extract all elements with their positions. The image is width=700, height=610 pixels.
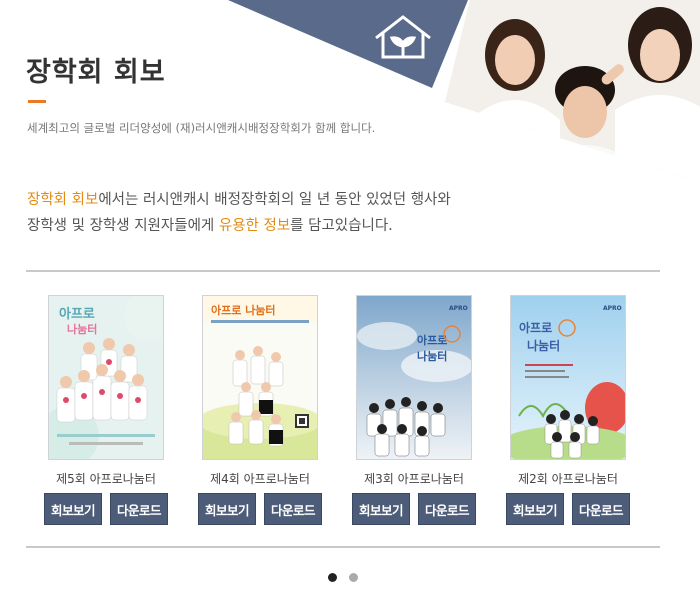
newsletter-cover-4[interactable]: 아프로 나눔터	[202, 295, 318, 460]
newsletter-card-5: 아프로 나눔터 제5회 아프로나눔터 회보보기 다운로드	[44, 295, 168, 525]
title-underline	[28, 100, 46, 103]
newsletter-card-2: APRO 아프로 나눔터 제2회 아프로나눔터 회보보기 다운로드	[506, 295, 630, 525]
intro-text: 장학회 회보에서는 러시앤캐시 배정장학회의 일 년 동안 있었던 행사와 장학…	[27, 187, 451, 239]
cover-image-5: 아프로 나눔터	[49, 296, 163, 459]
svg-text:APRO: APRO	[603, 305, 622, 312]
svg-text:APRO: APRO	[449, 305, 468, 312]
view-newsletter-button[interactable]: 회보보기	[198, 493, 256, 525]
page-dot-1[interactable]	[328, 573, 337, 582]
page-dot-2[interactable]	[349, 573, 358, 582]
download-newsletter-button[interactable]: 다운로드	[418, 493, 476, 525]
page-subtitle: 세계최고의 글로벌 리더양성에 (재)러시앤캐시배정장학회가 함께 합니다.	[27, 121, 376, 135]
newsletter-issue-label: 제2회 아프로나눔터	[518, 472, 618, 486]
cover-image-3: APRO 아프로 나눔터	[357, 296, 471, 459]
svg-text:아프로: 아프로	[59, 306, 95, 322]
newsletter-issue-label: 제5회 아프로나눔터	[56, 472, 156, 486]
pagination	[328, 573, 358, 582]
newsletter-list: 아프로 나눔터 제5회 아프로나눔터 회보보기 다운로드 아프로 나눔터 제4회…	[0, 295, 700, 525]
newsletter-cover-3[interactable]: APRO 아프로 나눔터	[356, 295, 472, 460]
newsletter-issue-label: 제4회 아프로나눔터	[210, 472, 310, 486]
newsletter-cover-2[interactable]: APRO 아프로 나눔터	[510, 295, 626, 460]
svg-text:나눔터: 나눔터	[67, 322, 97, 336]
intro-line-2: 장학생 및 장학생 지원자들에게 유용한 정보를 담고있습니다.	[27, 213, 451, 239]
page-title: 장학회 회보	[26, 57, 166, 88]
svg-text:아프로 나눔터: 아프로 나눔터	[211, 303, 276, 317]
download-newsletter-button[interactable]: 다운로드	[572, 493, 630, 525]
svg-text:나눔터: 나눔터	[417, 349, 447, 363]
download-newsletter-button[interactable]: 다운로드	[110, 493, 168, 525]
newsletter-card-3: APRO 아프로 나눔터 제3회 아프로나눔터 회보보기 다운로드	[352, 295, 476, 525]
view-newsletter-button[interactable]: 회보보기	[44, 493, 102, 525]
cover-image-2: APRO 아프로 나눔터	[511, 296, 625, 459]
intro-highlight-info: 유용한 정보	[218, 218, 291, 234]
bottom-divider	[26, 546, 660, 548]
top-divider	[26, 270, 660, 272]
view-newsletter-button[interactable]: 회보보기	[352, 493, 410, 525]
svg-text:아프로: 아프로	[417, 333, 447, 347]
download-newsletter-button[interactable]: 다운로드	[264, 493, 322, 525]
header-photo	[445, 0, 700, 182]
intro-highlight-newsletter: 장학회 회보	[27, 192, 99, 208]
newsletter-cover-5[interactable]: 아프로 나눔터	[48, 295, 164, 460]
newsletter-issue-label: 제3회 아프로나눔터	[364, 472, 464, 486]
intro-line-2-prefix: 장학생 및 장학생 지원자들에게	[27, 218, 219, 234]
view-newsletter-button[interactable]: 회보보기	[506, 493, 564, 525]
cover-image-4: 아프로 나눔터	[203, 296, 317, 459]
intro-line-1: 장학회 회보에서는 러시앤캐시 배정장학회의 일 년 동안 있었던 행사와	[27, 187, 451, 213]
svg-text:아프로: 아프로	[519, 320, 552, 335]
svg-text:나눔터: 나눔터	[527, 338, 560, 353]
intro-line-1-rest: 에서는 러시앤캐시 배정장학회의 일 년 동안 있었던 행사와	[98, 192, 451, 208]
intro-line-2-suffix: 를 담고있습니다.	[290, 218, 393, 234]
newsletter-card-4: 아프로 나눔터 제4회 아프로나눔터 회보보기 다운로드	[198, 295, 322, 525]
header-decoration	[228, 0, 700, 182]
